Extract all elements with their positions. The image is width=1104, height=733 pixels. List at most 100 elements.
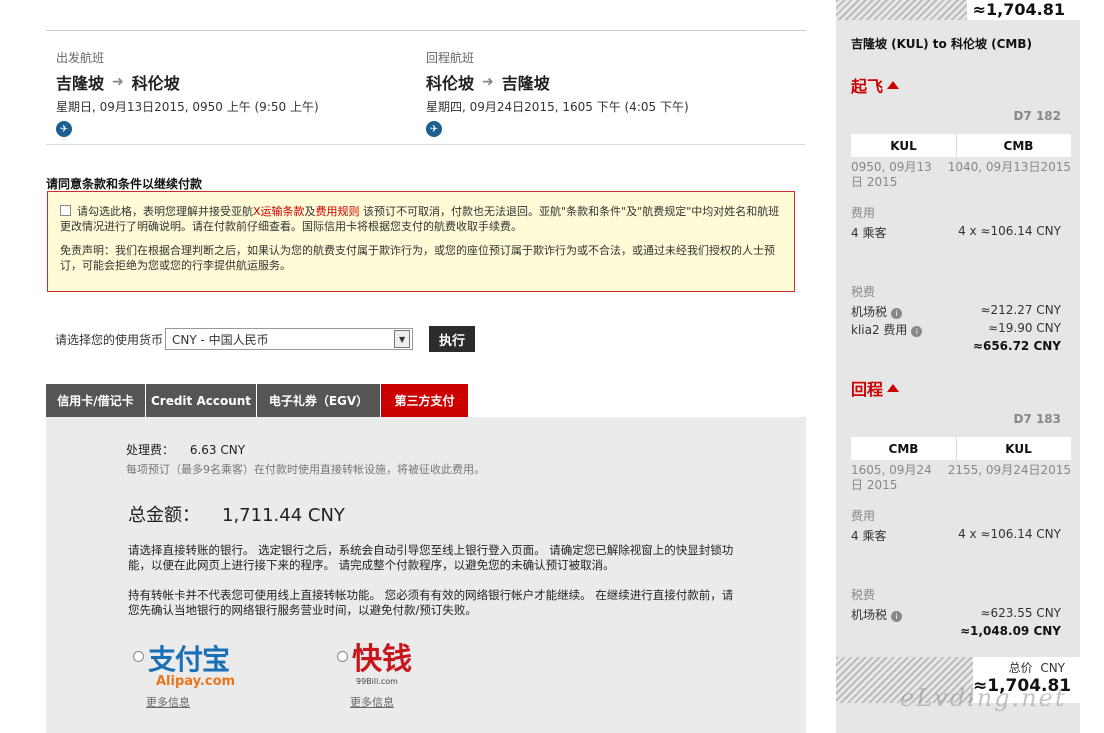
bank-instructions: 请选择直接转账的银行。 选定银行之后，系统会自动引导您至线上银行登入页面。 请确… [128,543,734,572]
return-airports: CMB KUL [851,437,1071,460]
outbound-date: 星期日, 09月13日2015, 0950 上午 (9:50 上午) [56,100,319,114]
terms-box: 请勾选此格，表明您理解并接受亚航X运输条款及费用规则 该预订不可取消，付款也无法… [47,191,795,292]
chip-divider [956,134,966,157]
depart-airports: KUL CMB [851,134,1071,157]
depart-times: 0950, 09月13日 2015 1040, 09月13日2015 [851,160,1071,190]
kuaiqian-more-link[interactable]: 更多信息 [350,694,394,710]
total-label: 总价 [1008,661,1033,675]
info-icon[interactable]: i [891,611,903,622]
depart-pax: 4 乘客 [851,226,887,240]
return-to-code: KUL [1005,441,1032,456]
return-route: 科伦坡 ➜ 吉隆坡 [426,70,756,94]
outbound-to: 科伦坡 [131,74,180,93]
depart-pax-fare: 4 x ≈106.14 CNY [958,224,1061,238]
arrow-right-icon: ➜ [482,74,494,90]
alipay-radio[interactable] [133,651,144,662]
outbound-from: 吉隆坡 [56,74,105,93]
watermark: eLvding.net [900,684,1067,712]
total-value: 1,711.44 CNY [222,505,345,526]
currency-select[interactable]: CNY - 中国人民币 ▼ [165,328,414,350]
fee-label: 处理费： [126,443,175,457]
depart-tax2-row: klia2 费用 i ≈19.90 CNY [851,321,1061,338]
total-amount: 总金额： 1,711.44 CNY [128,501,345,527]
collapse-icon [887,384,900,392]
outbound-route: 吉隆坡 ➜ 科伦坡 [56,70,386,94]
return-tax1-val: ≈623.55 CNY [980,606,1061,620]
outbound-flight: 出发航班 吉隆坡 ➜ 科伦坡 星期日, 09月13日2015, 0950 上午 … [56,49,386,137]
depart-heading-text: 起飞 [851,77,884,96]
return-date: 星期四, 09月24日2015, 1605 下午 (4:05 下午) [426,100,689,114]
info-icon[interactable]: i [911,326,923,337]
return-fare-label: 费用 [851,509,876,523]
top-divider [46,30,806,31]
return-pax-fare: 4 x ≈106.14 CNY [958,527,1061,541]
depart-tax1: 机场税 [851,305,888,319]
total-label: 总金额： [128,505,200,526]
tab-egv[interactable]: 电子礼券（EGV） [257,384,380,417]
depart-subtotal-row: ≈656.72 CNY [851,339,1061,353]
alipay-logo-en: Alipay.com [156,674,236,689]
depart-arr-time: 1040, 09月13日2015 [947,160,1071,174]
tab-credit-account[interactable]: Credit Account [146,384,256,417]
summary-route: 吉隆坡 (KUL) to 科伦坡 (CMB) [851,37,1033,51]
return-pax: 4 乘客 [851,529,887,543]
depart-to-code: CMB [1003,138,1034,153]
transport-terms-link[interactable]: X运输条款 [253,205,305,218]
terms-agree-pre: 请勾选此格，表明您理解并接受亚航 [77,205,253,218]
depart-tax1-val: ≈212.27 CNY [980,303,1061,317]
collapse-icon [887,81,900,89]
plane-icon[interactable]: ✈ [426,121,442,137]
fee-value: 6.63 CNY [189,443,246,457]
depart-fare-label: 费用 [851,206,876,220]
fee-rules-link[interactable]: 费用规则 [316,205,360,218]
return-tax1-row: 机场税 i ≈623.55 CNY [851,606,1061,623]
summary-top-price: ≈1,704.81 [966,0,1080,20]
return-flight-no: D7 183 [1013,412,1061,426]
return-fare-row: 4 乘客 4 x ≈106.14 CNY [851,527,1061,544]
agree-checkbox[interactable] [60,205,71,216]
depart-tax2-val: ≈19.90 CNY [988,321,1061,335]
depart-tax-label: 税费 [851,285,876,299]
depart-heading[interactable]: 起飞 [851,73,900,97]
return-arr-time: 2155, 09月24日2015 [947,463,1071,477]
terms-and: 及 [304,205,316,218]
kuaiqian-logo[interactable]: 快钱 99Bill.com [352,643,412,687]
return-dep-time: 1605, 09月24日 2015 [851,463,932,492]
depart-tax1-row: 机场税 i ≈212.27 CNY [851,303,1061,320]
payment-panel: 处理费： 6.63 CNY 每项预订（最多9名乘客）在付款时使用直接转帐设施，将… [46,417,806,733]
alipay-logo-cn: 支付宝 [148,643,230,676]
tab-third-party[interactable]: 第三方支付 [381,384,468,424]
depart-dep-time: 0950, 09月13日 2015 [851,160,932,189]
kuaiqian-logo-en: 99Bill.com [356,677,398,686]
return-label: 回程航班 [426,51,475,65]
main-content: 出发航班 吉隆坡 ➜ 科伦坡 星期日, 09月13日2015, 0950 上午 … [46,0,806,733]
kuaiqian-radio[interactable] [337,651,348,662]
divider [46,144,806,145]
return-from-code: CMB [888,441,919,456]
fee-note: 每项预订（最多9名乘客）在付款时使用直接转帐设施，将被征收此费用。 [126,463,485,476]
chip-divider [956,437,966,460]
return-tax1: 机场税 [851,608,888,622]
chevron-down-icon[interactable]: ▼ [394,330,411,348]
return-heading[interactable]: 回程 [851,376,900,400]
currency-selected: CNY - 中国人民币 [172,332,269,347]
booking-summary: ≈1,704.81 吉隆坡 (KUL) to 科伦坡 (CMB) 起飞 D7 1… [836,0,1080,733]
info-icon[interactable]: i [891,308,903,319]
tab-card[interactable]: 信用卡/借记卡 [46,384,145,417]
go-button[interactable]: 执行 [429,326,476,352]
total-currency: CNY [1040,661,1065,675]
depart-fare-row: 4 乘客 4 x ≈106.14 CNY [851,224,1061,241]
alipay-logo[interactable]: 支付宝 Alipay.com [148,645,235,689]
currency-row: 请选择您的使用货币 CNY - 中国人民币 ▼ 执行 [55,326,476,352]
summary-top: ≈1,704.81 [836,0,1080,20]
depart-subtotal: ≈656.72 CNY [972,339,1061,353]
return-flight: 回程航班 科伦坡 ➜ 吉隆坡 星期四, 09月24日2015, 1605 下午 … [426,49,756,137]
return-tax-label: 税费 [851,588,876,602]
disclaimer: 免责声明：我们在根据合理判断之后，如果认为您的航费支付属于欺诈行为，或您的座位预… [60,244,775,272]
processing-fee: 处理费： 6.63 CNY [126,441,245,458]
alipay-more-link[interactable]: 更多信息 [146,694,190,710]
plane-icon[interactable]: ✈ [56,121,72,137]
return-heading-text: 回程 [851,380,884,399]
arrow-right-icon: ➜ [112,74,124,90]
return-subtotal: ≈1,048.09 CNY [960,624,1061,638]
